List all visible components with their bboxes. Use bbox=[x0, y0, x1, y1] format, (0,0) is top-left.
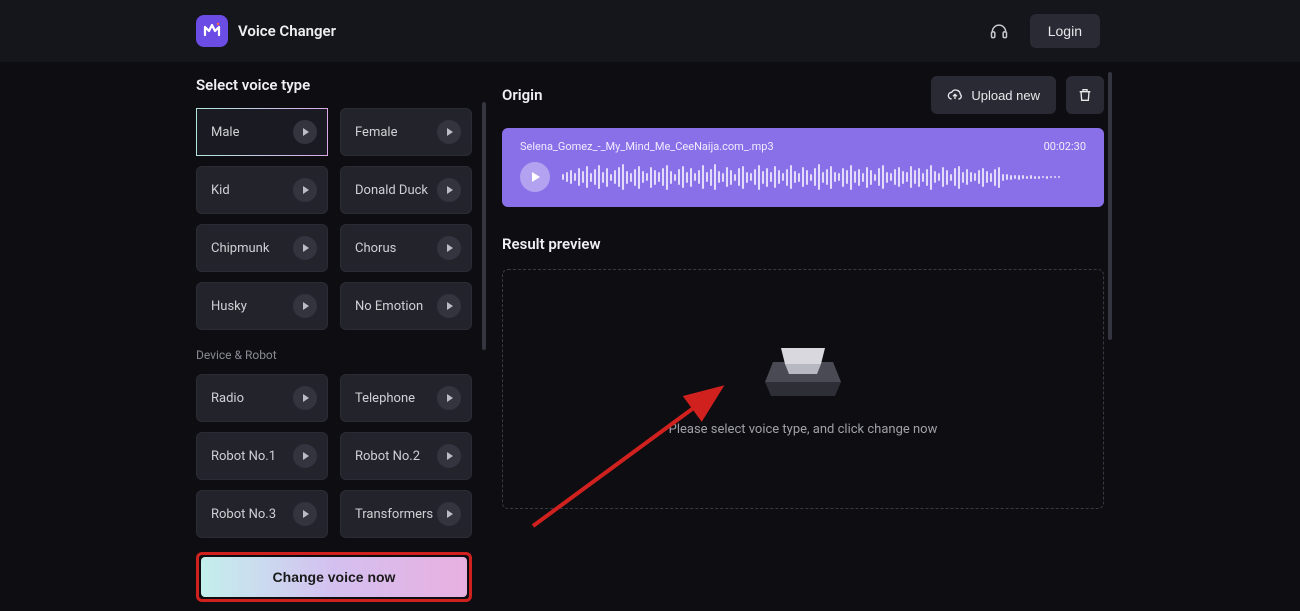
play-icon bbox=[303, 394, 309, 402]
voice-label: Robot No.1 bbox=[211, 449, 276, 464]
preview-play-button[interactable] bbox=[293, 386, 317, 410]
voice-label: Male bbox=[211, 125, 239, 140]
origin-title: Origin bbox=[502, 86, 542, 104]
change-voice-button[interactable]: Change voice now bbox=[201, 557, 467, 597]
voice-card-female[interactable]: Female bbox=[340, 108, 472, 156]
preview-play-button[interactable] bbox=[437, 444, 461, 468]
voice-card-robot-no-1[interactable]: Robot No.1 bbox=[196, 432, 328, 480]
play-icon bbox=[447, 186, 453, 194]
voice-card-radio[interactable]: Radio bbox=[196, 374, 328, 422]
change-voice-highlight: Change voice now bbox=[196, 552, 472, 602]
voice-card-chorus[interactable]: Chorus bbox=[340, 224, 472, 272]
voice-card-husky[interactable]: Husky bbox=[196, 282, 328, 330]
play-icon bbox=[447, 302, 453, 310]
result-title: Result preview bbox=[502, 235, 1104, 253]
voice-label: Telephone bbox=[355, 391, 415, 406]
page-scrollbar[interactable] bbox=[1108, 72, 1112, 340]
voice-card-kid[interactable]: Kid bbox=[196, 166, 328, 214]
voice-card-telephone[interactable]: Telephone bbox=[340, 374, 472, 422]
sidebar-scrollbar[interactable] bbox=[482, 102, 486, 350]
play-icon bbox=[303, 302, 309, 310]
voice-type-panel: Select voice type Male Female Kid Donald Du… bbox=[196, 76, 472, 602]
result-preview-area: Please select voice type, and click chan… bbox=[502, 269, 1104, 509]
empty-inbox-icon bbox=[763, 342, 843, 398]
play-icon bbox=[303, 510, 309, 518]
top-right: Login bbox=[982, 14, 1100, 48]
play-icon bbox=[303, 244, 309, 252]
voice-card-chipmunk[interactable]: Chipmunk bbox=[196, 224, 328, 272]
preview-play-button[interactable] bbox=[293, 178, 317, 202]
headset-icon bbox=[989, 21, 1009, 41]
preview-play-button[interactable] bbox=[437, 502, 461, 526]
play-origin-button[interactable] bbox=[520, 162, 550, 192]
preview-play-button[interactable] bbox=[437, 294, 461, 318]
support-button[interactable] bbox=[982, 14, 1016, 48]
play-icon bbox=[447, 394, 453, 402]
origin-audio-card: Selena_Gomez_-_My_Mind_Me_CeeNaija.com_.… bbox=[502, 128, 1104, 207]
play-icon bbox=[303, 452, 309, 460]
main-panel: Origin Upload new Selena_Gomez_-_My_Mind… bbox=[502, 76, 1104, 602]
play-icon bbox=[303, 128, 309, 136]
voice-label: No Emotion bbox=[355, 299, 423, 314]
preview-play-button[interactable] bbox=[293, 502, 317, 526]
voice-label: Radio bbox=[211, 391, 244, 406]
play-icon bbox=[447, 244, 453, 252]
brand: Voice Changer bbox=[196, 15, 336, 47]
waveform[interactable] bbox=[562, 161, 1086, 193]
login-button[interactable]: Login bbox=[1030, 14, 1100, 48]
upload-label: Upload new bbox=[971, 88, 1040, 103]
voice-label: Female bbox=[355, 125, 397, 140]
preview-play-button[interactable] bbox=[293, 236, 317, 260]
upload-new-button[interactable]: Upload new bbox=[931, 76, 1056, 114]
app-title: Voice Changer bbox=[238, 22, 336, 40]
play-icon bbox=[532, 172, 540, 182]
play-icon bbox=[447, 452, 453, 460]
voice-label: Robot No.3 bbox=[211, 507, 276, 522]
voice-label: Husky bbox=[211, 299, 247, 314]
delete-button[interactable] bbox=[1066, 76, 1104, 114]
trash-icon bbox=[1077, 87, 1093, 103]
voice-card-male[interactable]: Male bbox=[196, 108, 328, 156]
preview-play-button[interactable] bbox=[293, 120, 317, 144]
voice-card-robot-no-3[interactable]: Robot No.3 bbox=[196, 490, 328, 538]
preview-play-button[interactable] bbox=[437, 120, 461, 144]
annotation-arrow-icon bbox=[523, 376, 743, 536]
voice-label: Robot No.2 bbox=[355, 449, 420, 464]
voice-label: Transformers bbox=[355, 507, 433, 522]
preview-play-button[interactable] bbox=[437, 178, 461, 202]
voice-card-no-emotion[interactable]: No Emotion bbox=[340, 282, 472, 330]
preview-play-button[interactable] bbox=[437, 386, 461, 410]
preview-play-button[interactable] bbox=[437, 236, 461, 260]
voice-label: Chipmunk bbox=[211, 241, 269, 256]
voice-card-donald-duck[interactable]: Donald Duck bbox=[340, 166, 472, 214]
voice-card-robot-no-2[interactable]: Robot No.2 bbox=[340, 432, 472, 480]
preview-play-button[interactable] bbox=[293, 444, 317, 468]
play-icon bbox=[447, 510, 453, 518]
result-hint: Please select voice type, and click chan… bbox=[669, 422, 938, 437]
upload-cloud-icon bbox=[947, 87, 963, 103]
audio-duration: 00:02:30 bbox=[1044, 140, 1086, 153]
preview-play-button[interactable] bbox=[293, 294, 317, 318]
app-logo-icon bbox=[196, 15, 228, 47]
top-bar: Voice Changer Login bbox=[0, 0, 1300, 62]
audio-filename: Selena_Gomez_-_My_Mind_Me_CeeNaija.com_.… bbox=[520, 140, 774, 153]
voice-card-transformers[interactable]: Transformers bbox=[340, 490, 472, 538]
play-icon bbox=[303, 186, 309, 194]
play-icon bbox=[447, 128, 453, 136]
voice-label: Donald Duck bbox=[355, 183, 428, 198]
select-voice-title: Select voice type bbox=[196, 76, 472, 94]
group-device-robot: Device & Robot bbox=[196, 348, 472, 362]
voice-label: Chorus bbox=[355, 241, 396, 256]
voice-label: Kid bbox=[211, 183, 230, 198]
